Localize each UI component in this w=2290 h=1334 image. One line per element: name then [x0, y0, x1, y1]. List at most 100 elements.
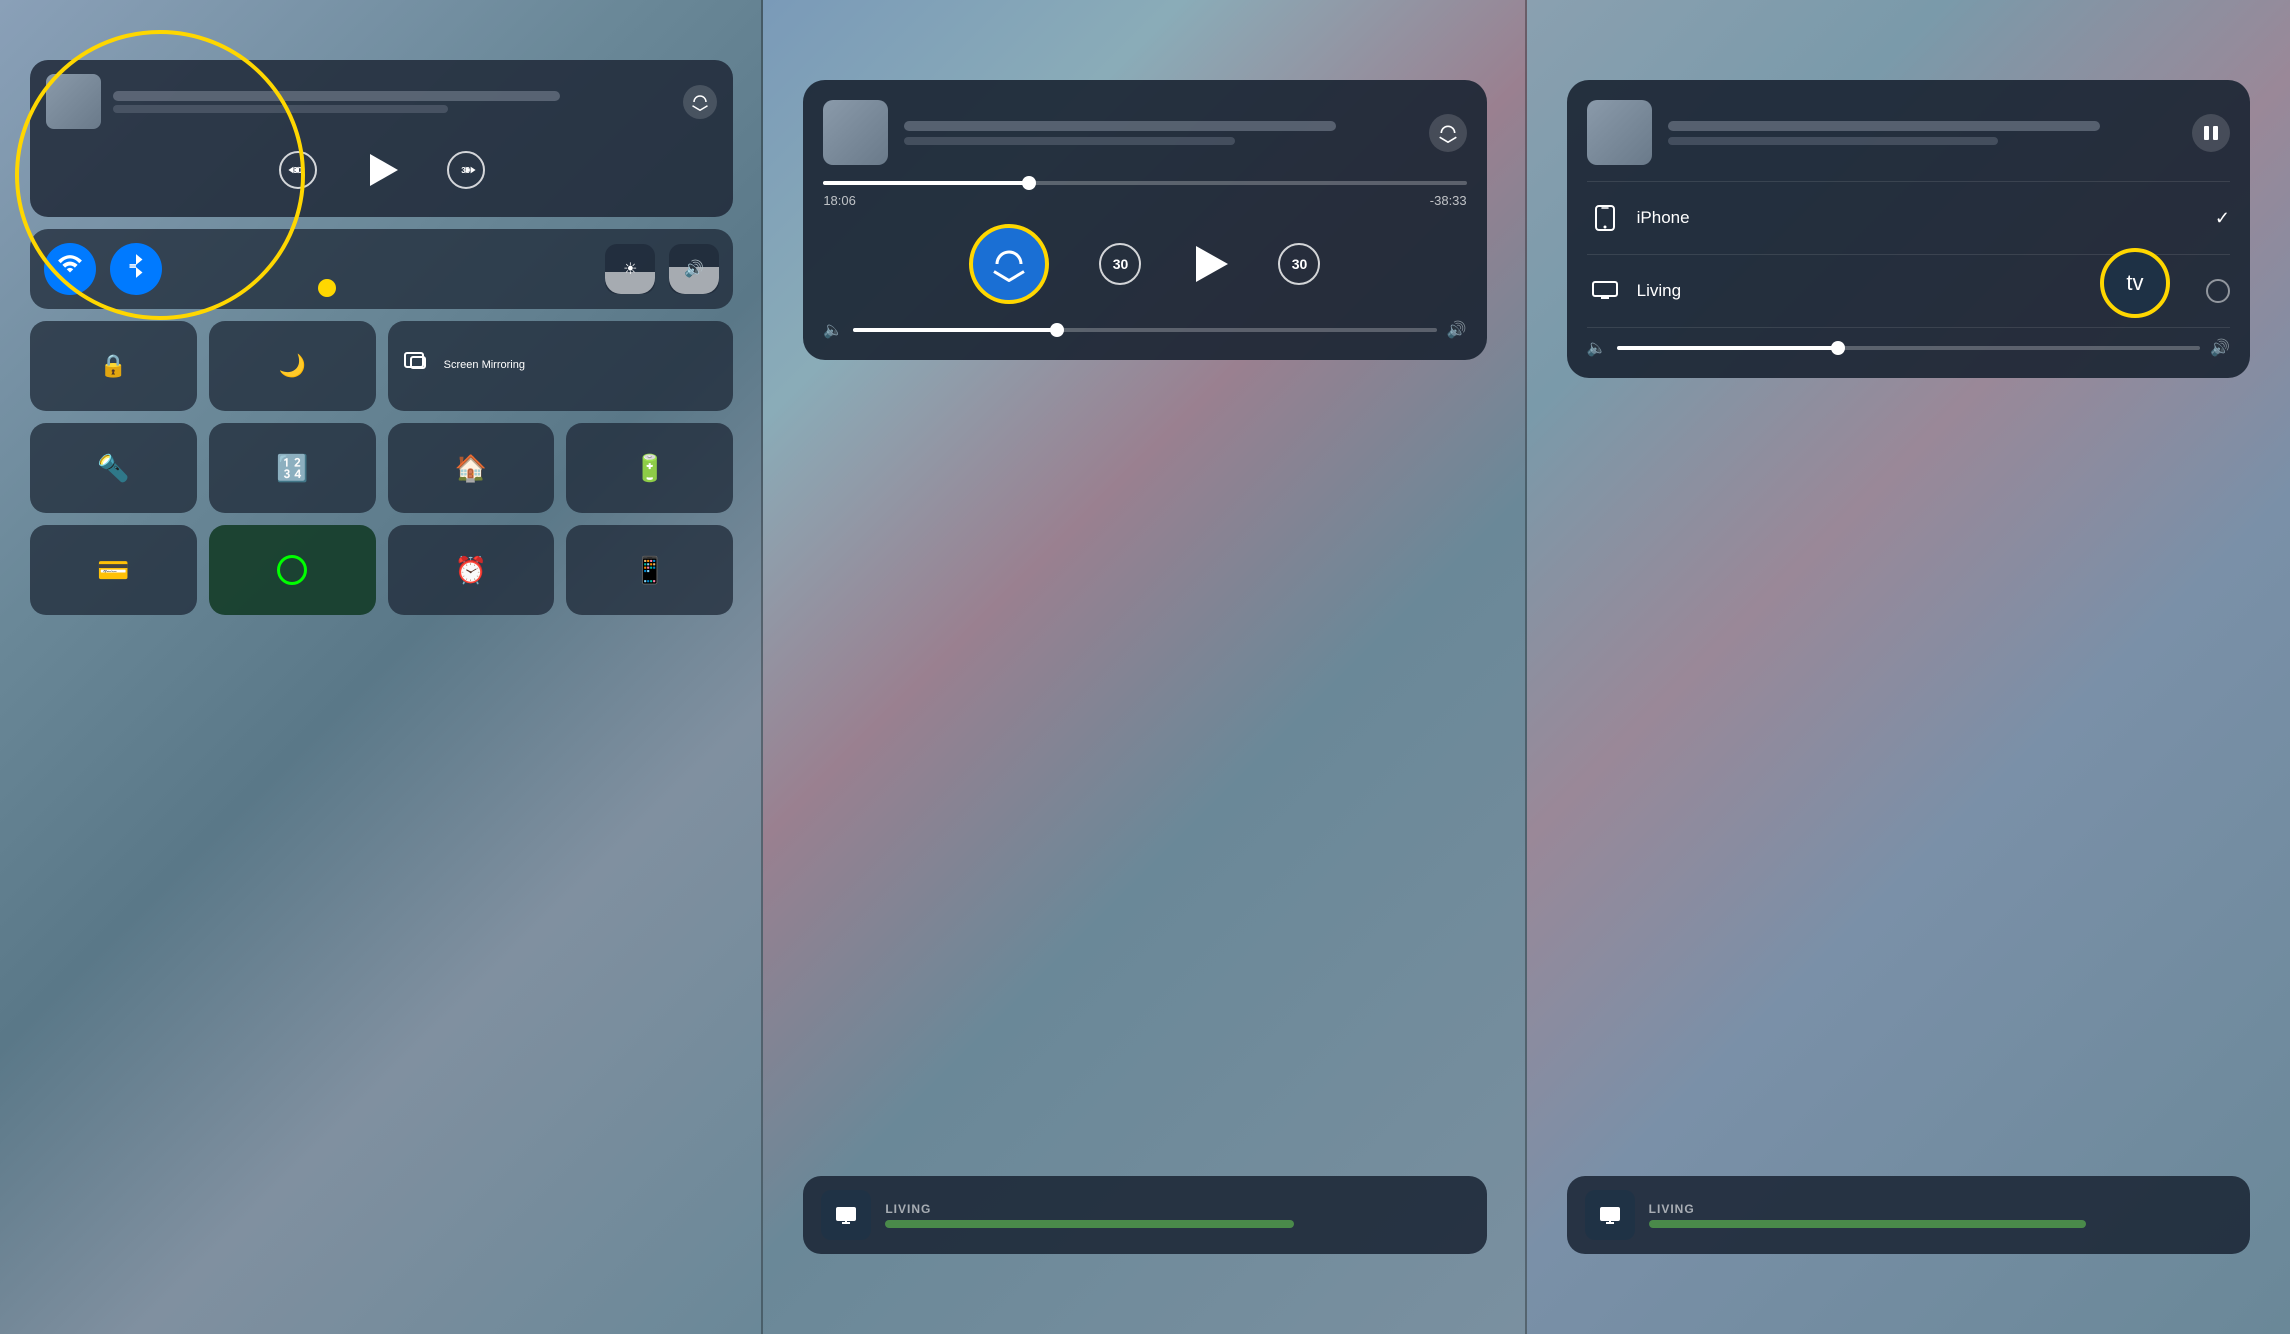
screen-mirroring-label: Screen Mirroring	[444, 359, 525, 372]
living-progress-panel3	[1649, 1220, 2086, 1228]
airplay-button-expanded[interactable]	[1429, 114, 1467, 152]
panel-airplay-selector: iPhone ✓ Living tv 🔈	[1527, 0, 2290, 1334]
skip-forward-button[interactable]: 30	[447, 151, 485, 189]
battery-icon: 🔋	[634, 453, 666, 484]
moon-icon: 🌙	[279, 353, 306, 379]
time-remaining: -38:33	[1430, 193, 1467, 208]
media-exp-thumbnail	[823, 100, 888, 165]
airplay-selector-card: iPhone ✓ Living tv 🔈	[1567, 80, 2250, 378]
skip-forward-exp[interactable]: 30	[1278, 243, 1320, 285]
living-info-panel2: LIVING	[885, 1202, 1468, 1228]
control-grid-row1: 🔒 🌙 Screen Mirroring	[30, 321, 733, 411]
play-icon	[370, 154, 398, 186]
media-card: 30 30	[30, 60, 733, 217]
volume-fill-sel	[1617, 346, 1839, 350]
living-info-panel3: LIVING	[1649, 1202, 2232, 1228]
iphone-device-icon-box	[1587, 200, 1623, 236]
living-label-panel2: LIVING	[885, 1202, 1468, 1216]
media-info	[113, 91, 671, 113]
media-thumbnail	[46, 74, 101, 129]
media-card-header	[46, 74, 717, 129]
wifi-toggle[interactable]	[44, 243, 96, 295]
device-row-iphone[interactable]: iPhone ✓	[1587, 190, 2230, 246]
skip-back-exp[interactable]: 30	[1099, 243, 1141, 285]
iphone-device-name: iPhone	[1637, 208, 2201, 228]
sel-volume-max-icon: 🔊	[2210, 338, 2230, 358]
progress-times: 18:06 -38:33	[823, 193, 1466, 208]
play-icon-exp	[1196, 246, 1228, 282]
volume-thumb-sel	[1831, 341, 1845, 355]
screen-mirroring-button[interactable]: Screen Mirroring	[388, 321, 734, 411]
volume-max-icon: 🔊	[1447, 320, 1467, 340]
living-progress-panel2	[885, 1220, 1293, 1228]
sel-volume-min-icon: 🔈	[1587, 338, 1607, 358]
home-button[interactable]: 🏠	[388, 423, 555, 513]
camera-icon	[277, 555, 307, 585]
appletv-logo-icon: tv	[2126, 270, 2143, 296]
living-appletv-icon	[821, 1190, 871, 1240]
progress-bar[interactable]	[823, 181, 1466, 185]
bottom-grid: 🔦 🔢 🏠 🔋	[30, 423, 733, 513]
time-current: 18:06	[823, 193, 856, 208]
volume-row-exp: 🔈 🔊	[823, 320, 1466, 340]
device-row-appletv[interactable]: Living tv	[1587, 263, 2230, 319]
panel-media-expanded: 18:06 -38:33 30 30	[763, 0, 1526, 1334]
media-expanded-card: 18:06 -38:33 30 30	[803, 80, 1486, 360]
battery-button[interactable]: 🔋	[566, 423, 733, 513]
exp-controls: 30 30	[823, 224, 1466, 304]
progress-thumb	[1022, 176, 1036, 190]
progress-fill	[823, 181, 1029, 185]
living-appletv-icon-3	[1585, 1190, 1635, 1240]
airplay-large-button[interactable]	[969, 224, 1049, 304]
quick-toggles: ☀ 🔊	[30, 229, 733, 309]
rotation-lock-icon: 🔒	[100, 353, 127, 379]
volume-bar-exp[interactable]	[853, 328, 1436, 332]
wallet-button[interactable]: 💳	[30, 525, 197, 615]
sel-info	[1668, 121, 2176, 145]
skip-back-button[interactable]: 30	[279, 151, 317, 189]
play-pause-button-sel[interactable]	[2192, 114, 2230, 152]
bluetooth-toggle[interactable]	[110, 243, 162, 295]
calculator-button[interactable]: 🔢	[209, 423, 376, 513]
skip-forward-exp-icon: 30	[1292, 256, 1308, 272]
play-button-exp[interactable]	[1191, 246, 1228, 282]
remote-button[interactable]: 📱	[566, 525, 733, 615]
sel-header	[1587, 100, 2230, 165]
camera-button[interactable]	[209, 525, 376, 615]
airplay-button-small[interactable]	[683, 85, 717, 119]
alarm-button[interactable]: ⏰	[388, 525, 555, 615]
torch-button[interactable]: 🔦	[30, 423, 197, 513]
rotation-lock-button[interactable]: 🔒	[30, 321, 197, 411]
living-label-panel3: LIVING	[1649, 1202, 2232, 1216]
appletv-radio-button[interactable]	[2206, 279, 2230, 303]
living-card-panel2: LIVING	[803, 1176, 1486, 1254]
do-not-disturb-button[interactable]: 🌙	[209, 321, 376, 411]
brightness-slider[interactable]: ☀	[605, 244, 655, 294]
progress-section: 18:06 -38:33	[823, 181, 1466, 208]
appletv-device-icon-box	[1587, 273, 1623, 309]
media-exp-header	[823, 100, 1466, 165]
bottom-row-2: 💳 ⏰ 📱	[30, 525, 733, 615]
sel-title	[1668, 121, 2100, 131]
divider-1	[1587, 181, 2230, 182]
media-title	[113, 91, 560, 101]
wallet-icon: 💳	[97, 555, 129, 586]
torch-icon: 🔦	[97, 453, 129, 484]
volume-fill-exp	[853, 328, 1057, 332]
appletv-icon-circle: tv	[2100, 248, 2170, 318]
play-button[interactable]	[357, 145, 407, 195]
iphone-selected-check: ✓	[2215, 208, 2230, 229]
media-exp-info	[904, 121, 1412, 145]
volume-slider[interactable]: 🔊	[669, 244, 719, 294]
volume-thumb-exp	[1050, 323, 1064, 337]
skip-forward-label: 30	[461, 166, 470, 175]
calculator-icon: 🔢	[276, 453, 308, 484]
media-subtitle	[113, 105, 448, 113]
skip-back-exp-icon: 30	[1113, 256, 1129, 272]
sel-thumbnail	[1587, 100, 1652, 165]
bluetooth-icon	[125, 253, 147, 285]
media-exp-title	[904, 121, 1336, 131]
volume-min-icon: 🔈	[823, 320, 843, 340]
volume-bar-sel[interactable]	[1617, 346, 2200, 350]
living-card-panel3: LIVING	[1567, 1176, 2250, 1254]
